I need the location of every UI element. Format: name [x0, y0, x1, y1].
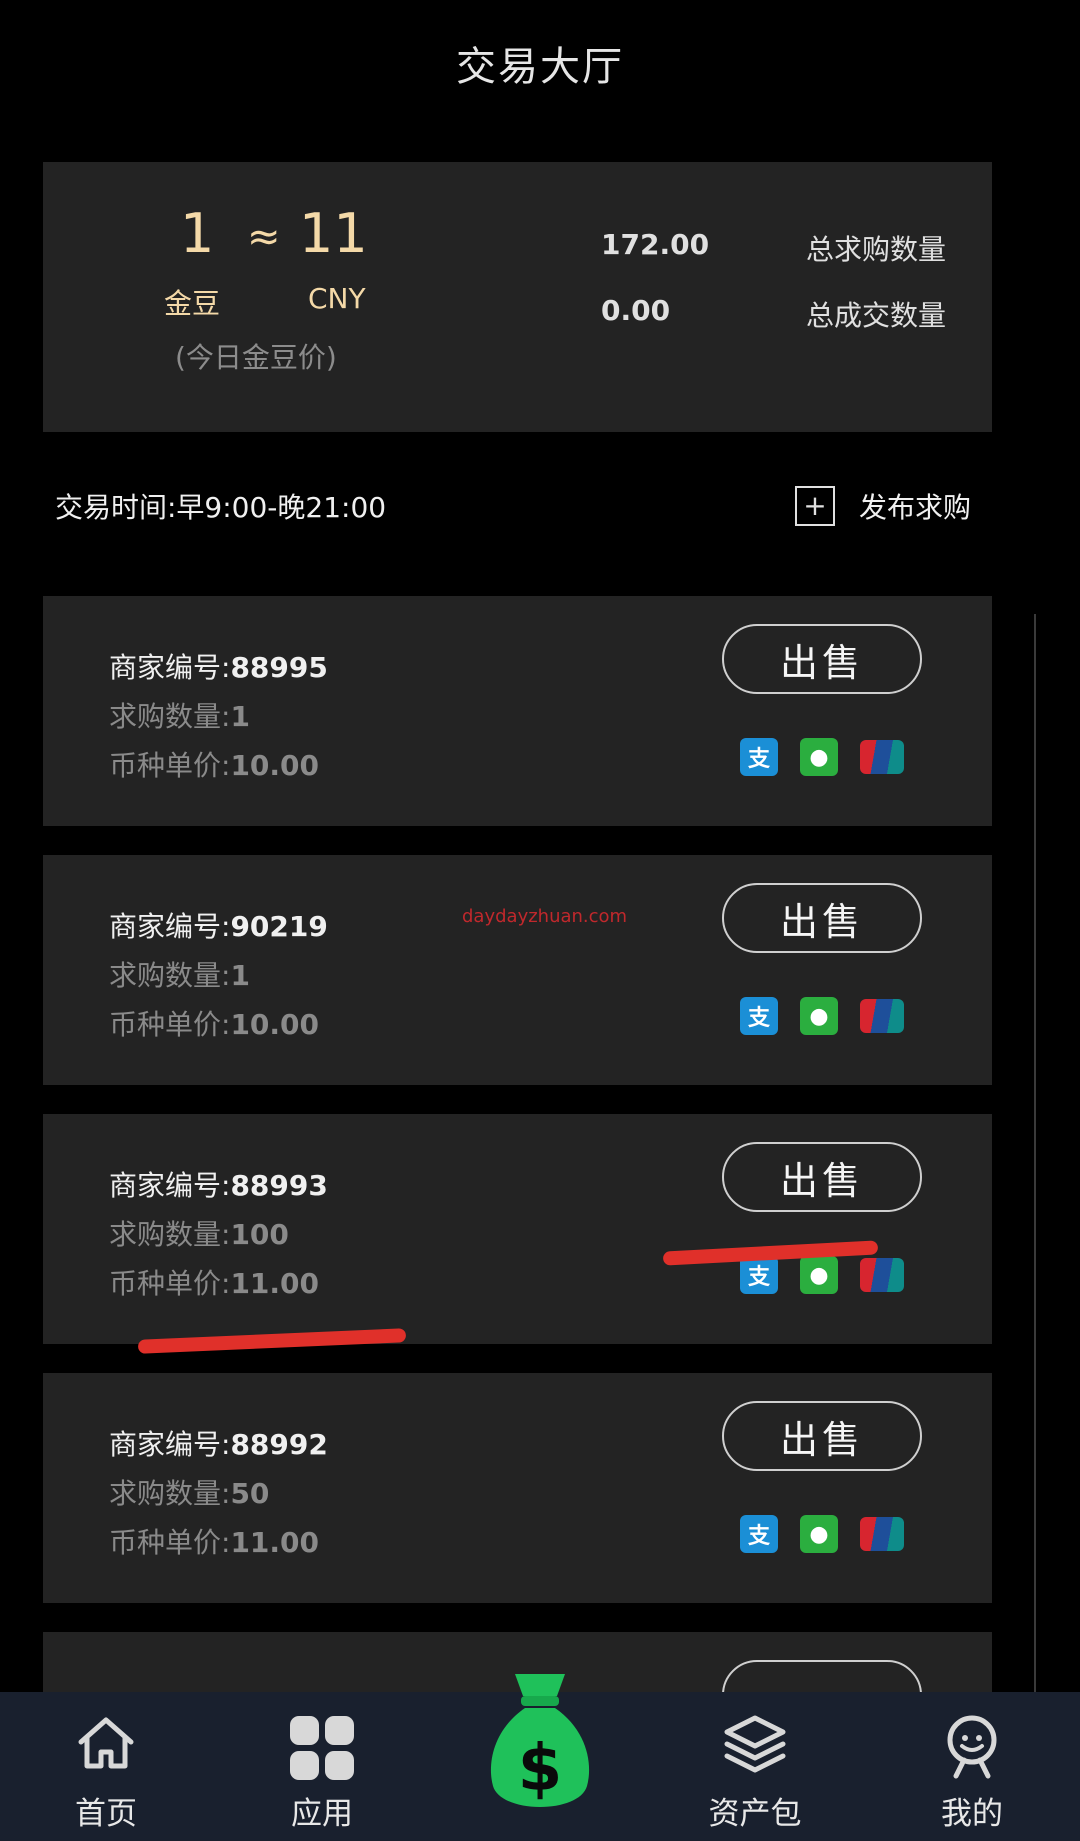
tab-apps[interactable]: 应用: [232, 1692, 412, 1841]
payment-methods: 支 ●: [740, 738, 926, 776]
payment-methods: 支 ●: [740, 1256, 926, 1294]
info-row: 交易时间:早9:00-晚21:00 + 发布求购: [0, 476, 1080, 536]
apps-grid-icon: [290, 1716, 354, 1780]
merchant-id: 商家编号:90219: [109, 910, 328, 943]
merchant-id: 商家编号:88992: [109, 1428, 328, 1461]
merchant-id: 商家编号:88995: [109, 651, 328, 684]
layers-icon: [724, 1715, 786, 1773]
alipay-icon: 支: [740, 997, 778, 1035]
unit-price: 币种单价:11.00: [109, 1526, 320, 1559]
order-card: 商家编号:88995 求购数量:1 币种单价:10.00 出售 支 ●: [43, 596, 992, 826]
alipay-icon: 支: [740, 1256, 778, 1294]
list-scrollbar[interactable]: [1034, 614, 1036, 1694]
tab-home[interactable]: 首页: [16, 1692, 196, 1841]
payment-methods: 支 ●: [740, 1515, 926, 1553]
user-avatar-icon: [947, 1715, 997, 1779]
order-card: 商家编号:90219 求购数量:1 币种单价:10.00 出售 支 ●: [43, 855, 992, 1085]
rate-right-value: 11: [299, 202, 368, 265]
rate-unit-gold-bean: 金豆: [164, 287, 221, 320]
home-icon: [78, 1717, 134, 1769]
sell-button[interactable]: 出售: [722, 1401, 922, 1471]
svg-text:$: $: [518, 1732, 563, 1806]
unionpay-icon: [860, 740, 904, 774]
total-deal-amount-value: 0.00: [601, 294, 671, 327]
order-card: 商家编号:88992 求购数量:50 币种单价:11.00 出售 支 ●: [43, 1373, 992, 1603]
wechat-pay-icon: ●: [800, 1256, 838, 1294]
summary-panel: 1 ≈ 11 金豆 CNY (今日金豆价) 172.00 总求购数量 0.00 …: [43, 162, 992, 432]
unit-price: 币种单价:10.00: [109, 1008, 320, 1041]
buy-quantity: 求购数量:100: [109, 1218, 289, 1251]
rate-approx-sign: ≈: [247, 214, 281, 260]
wechat-pay-icon: ●: [800, 997, 838, 1035]
publish-buy-request-button[interactable]: + 发布求购: [795, 476, 971, 536]
unit-price: 币种单价:11.00: [109, 1267, 320, 1300]
unionpay-icon: [860, 1517, 904, 1551]
sell-button[interactable]: 出售: [722, 624, 922, 694]
payment-methods: 支 ●: [740, 997, 926, 1035]
tab-home-label: 首页: [75, 1796, 137, 1832]
sell-button[interactable]: 出售: [722, 883, 922, 953]
tab-assets-label: 资产包: [708, 1796, 802, 1832]
tab-assets[interactable]: 资产包: [665, 1692, 845, 1841]
tab-apps-label: 应用: [291, 1796, 353, 1832]
merchant-id: 商家编号:88993: [109, 1169, 328, 1202]
rate-left-value: 1: [180, 202, 215, 265]
unionpay-icon: [860, 999, 904, 1033]
exchange-rate: 1 ≈ 11: [43, 202, 483, 272]
bottom-tab-bar: 首页 应用 $ 资产包 我的: [0, 1674, 1080, 1841]
money-bag-icon[interactable]: $: [485, 1668, 595, 1828]
buy-quantity: 求购数量:1: [109, 959, 250, 992]
alipay-icon: 支: [740, 738, 778, 776]
rate-unit-cny: CNY: [308, 282, 366, 315]
app-header: 交易大厅: [0, 0, 1080, 130]
order-card: 商家编号:88993 求购数量:100 币种单价:11.00 出售 支 ●: [43, 1114, 992, 1344]
rate-note: (今日金豆价): [175, 341, 337, 374]
buy-quantity: 求购数量:50: [109, 1477, 270, 1510]
total-buy-amount-label: 总求购数量: [806, 233, 947, 266]
page-title: 交易大厅: [456, 44, 624, 90]
unit-price: 币种单价:10.00: [109, 749, 320, 782]
plus-square-icon: +: [795, 486, 835, 526]
tab-mine[interactable]: 我的: [882, 1692, 1062, 1841]
total-buy-amount-value: 172.00: [601, 228, 710, 261]
buy-quantity: 求购数量:1: [109, 700, 250, 733]
total-deal-amount-label: 总成交数量: [806, 299, 947, 332]
tab-mine-label: 我的: [941, 1796, 1003, 1832]
unionpay-icon: [860, 1258, 904, 1292]
publish-buy-request-label: 发布求购: [859, 491, 972, 524]
sell-button[interactable]: 出售: [722, 1142, 922, 1212]
watermark: daydayzhuan.com: [462, 906, 628, 927]
trade-time: 交易时间:早9:00-晚21:00: [55, 491, 387, 524]
wechat-pay-icon: ●: [800, 738, 838, 776]
wechat-pay-icon: ●: [800, 1515, 838, 1553]
alipay-icon: 支: [740, 1515, 778, 1553]
